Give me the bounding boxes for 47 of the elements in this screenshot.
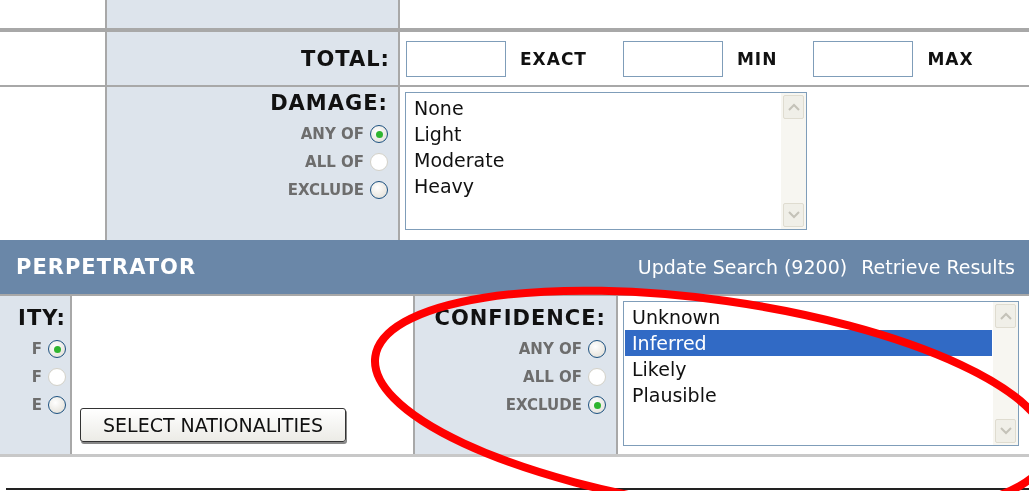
scroll-down-button[interactable] [783,203,804,227]
number-field[interactable] [622,40,723,77]
list-box[interactable]: None Light Moderate Heavy [405,92,807,230]
list-box[interactable]: Unknown Inferred Likely Plausible [623,301,1019,446]
scroll-up-button[interactable] [995,304,1016,328]
number-field[interactable] [406,40,506,77]
radio-label: F [31,340,42,358]
radio-button[interactable] [48,396,66,414]
list-option[interactable]: Heavy [407,173,780,199]
radio-button[interactable] [370,181,388,199]
header-link[interactable]: Retrieve Results [861,256,1015,278]
field-label: EXACT [520,48,587,69]
caret-down-icon [999,427,1012,435]
scroll-up-button[interactable] [783,95,804,119]
radio-label: ANY OF [518,340,582,358]
list-option[interactable]: Likely [625,356,992,382]
radio-label: E [31,396,42,414]
header-link[interactable]: Update Search (9200) [637,256,848,278]
confidence-label: CONFIDENCE: [434,306,606,330]
total-label: TOTAL: [301,46,390,71]
radio-label: ALL OF [523,368,582,386]
list-option[interactable]: Inferred [625,330,992,356]
damage-label: DAMAGE: [270,91,388,115]
number-field[interactable] [813,40,914,77]
list-option[interactable]: Moderate [407,147,780,173]
field-label: MIN [736,48,778,69]
radio-button[interactable] [588,340,606,358]
caret-up-icon [787,103,800,111]
nationality-label: ITY: [18,306,66,330]
list-option[interactable]: None [407,95,780,121]
select-nationalities-button[interactable]: SELECT NATIONALITIES [80,408,347,442]
radio-button[interactable] [48,340,66,358]
scroll-down-button[interactable] [995,419,1016,443]
list-option[interactable]: Unknown [625,304,992,330]
radio-label: EXCLUDE [505,396,582,414]
caret-down-icon [787,211,800,219]
radio-label: EXCLUDE [287,181,364,199]
radio-label: ANY OF [300,125,364,143]
caret-up-icon [999,312,1012,320]
radio-button[interactable] [370,125,388,143]
radio-label: F [31,368,42,386]
list-option[interactable]: Plausible [625,382,992,408]
field-label: MAX [927,48,974,69]
radio-label: ALL OF [305,153,364,171]
section-title: PERPETRATOR [16,255,197,279]
radio-button[interactable] [588,396,606,414]
list-option[interactable]: Light [407,121,780,147]
